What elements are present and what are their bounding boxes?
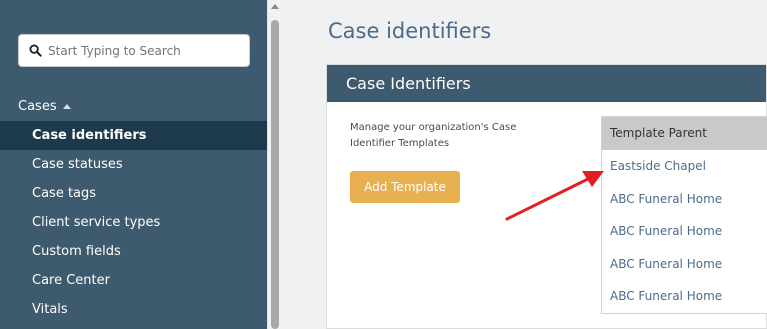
sidebar-item-client-service-types[interactable]: Client service types [0, 208, 267, 237]
search-box[interactable] [18, 34, 250, 67]
search-input[interactable] [48, 43, 228, 58]
sidebar-item-case-tags[interactable]: Case tags [0, 179, 267, 208]
scroll-thumb[interactable] [271, 20, 279, 329]
scroll-up-arrow-icon[interactable] [271, 4, 279, 9]
sidebar-item-custom-fields[interactable]: Custom fields [0, 237, 267, 266]
table-row[interactable]: Eastside Chapel [602, 150, 767, 183]
sidebar: Cases Case identifiers Case statuses Cas… [0, 0, 267, 329]
table-row[interactable]: ABC Funeral Home [602, 183, 767, 216]
section-toggle-cases[interactable]: Cases [18, 99, 71, 114]
add-template-button[interactable]: Add Template [350, 171, 460, 203]
table-row[interactable]: ABC Funeral Home [602, 215, 767, 248]
sidebar-item-case-statuses[interactable]: Case statuses [0, 150, 267, 179]
card-header: Case Identifiers [327, 65, 766, 102]
template-table: Template Parent Eastside Chapel ABC Fune… [601, 116, 767, 314]
search-icon [29, 44, 42, 57]
case-identifiers-card: Case Identifiers Manage your organizatio… [326, 64, 767, 329]
section-label: Cases [18, 99, 57, 114]
table-row[interactable]: ABC Funeral Home [602, 248, 767, 281]
sidebar-item-vitals[interactable]: Vitals [0, 295, 267, 324]
sidebar-item-care-center[interactable]: Care Center [0, 266, 267, 295]
table-header-template-parent: Template Parent [602, 117, 767, 150]
sidebar-item-case-identifiers[interactable]: Case identifiers [0, 121, 267, 150]
sidebar-nav: Case identifiers Case statuses Case tags… [0, 121, 267, 324]
table-row[interactable]: ABC Funeral Home [602, 280, 767, 313]
caret-up-icon [62, 104, 71, 109]
sidebar-scrollbar[interactable] [267, 0, 281, 329]
page-title: Case identifiers [328, 19, 492, 43]
card-description: Manage your organization's Case Identifi… [350, 122, 517, 149]
